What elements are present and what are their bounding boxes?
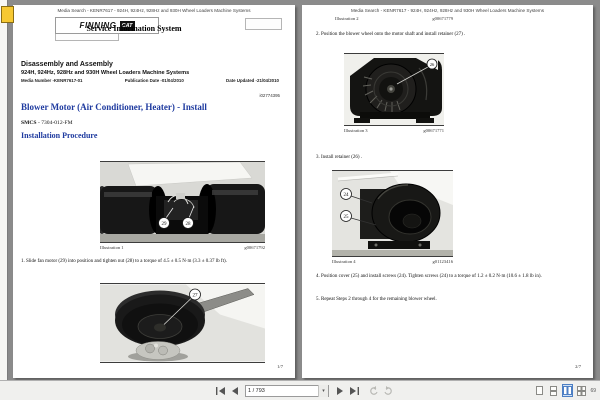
illustration-gnum: g01123416	[432, 259, 453, 264]
callout-27-label: 27	[193, 294, 199, 299]
previous-view-icon	[369, 386, 379, 396]
figure-illustration-3: 26 Illustration 3 g00671771	[344, 53, 444, 133]
illustration-4-photo: 24 25	[332, 171, 453, 256]
article-title: Blower Motor (Air Conditioner, Heater) -…	[21, 102, 207, 112]
callout-29-label: 29	[162, 222, 168, 227]
previous-page-icon	[231, 387, 238, 395]
illustration-label: Illustration 4	[332, 259, 356, 264]
date-updated: Date Updated -21/04/2010	[226, 78, 279, 83]
collapsed-sidebar[interactable]	[0, 0, 8, 380]
figure-bottom-rule	[100, 362, 265, 363]
illustration-1-caption: Illustration 1 g00671792	[100, 245, 265, 250]
next-page-button[interactable]	[333, 384, 347, 398]
view-continuous-button[interactable]	[548, 384, 559, 397]
step-5: 5. Repeat Steps 2 through 4 for the rema…	[316, 296, 590, 303]
sticky-note-icon[interactable]	[1, 6, 14, 23]
illustration-3-photo: 26	[344, 54, 444, 125]
header-corner-box	[245, 18, 282, 30]
bottom-toolbar: ▾	[0, 380, 600, 400]
next-page-icon	[337, 387, 344, 395]
callout-24-label: 24	[344, 193, 350, 198]
figure-bottom-rule	[100, 242, 265, 243]
next-view-icon	[383, 386, 393, 396]
callout-25-label: 25	[344, 215, 350, 220]
illustration-3-caption: Illustration 3 g00671771	[344, 128, 444, 133]
page-running-header: Media Search - KENR7617 - 924H, 924Hz, 9…	[302, 8, 593, 13]
callout-28-label: 28	[186, 222, 192, 227]
figure-illustration-1: 29 28 Illustration 1 g00671792	[100, 161, 265, 250]
view-two-page-button[interactable]	[562, 384, 573, 397]
page-running-header: Media Search - KENR7617 - 924H, 924Hz, 9…	[13, 8, 295, 13]
chevron-down-icon: ▾	[322, 388, 325, 394]
next-view-button[interactable]	[381, 384, 395, 398]
figure-illustration-2: 27	[100, 283, 265, 363]
step-1: 1. Slide fan motor (29) into position an…	[21, 258, 291, 265]
previous-page-button[interactable]	[227, 384, 241, 398]
document-page-right: Media Search - KENR7617 - 924H, 924Hz, 9…	[302, 5, 593, 378]
continuous-pages-icon	[550, 386, 557, 396]
sis-title: Service Information System	[13, 24, 255, 33]
step-3: 3. Install retainer (26) .	[316, 154, 590, 161]
pdf-viewer: Media Search - KENR7617 - 924H, 924Hz, 9…	[0, 0, 600, 400]
illustration-2-photo: 27	[100, 284, 265, 362]
figure-illustration-4: 24 25 Illustration 4 g01123416	[332, 170, 453, 264]
figure-bottom-rule	[332, 256, 453, 257]
page-dropdown-button[interactable]: ▾	[318, 385, 328, 397]
view-single-page-button[interactable]	[534, 384, 545, 397]
single-page-icon	[536, 386, 543, 395]
step-4: 4. Position cover (25) and install screw…	[316, 273, 582, 280]
document-page-left: Media Search - KENR7617 - 924H, 924Hz, 9…	[13, 5, 295, 378]
step-2: 2. Position the blower wheel onto the mo…	[316, 31, 590, 38]
page-number-input[interactable]	[246, 386, 318, 396]
document-id: i02774395	[259, 93, 280, 98]
first-page-button[interactable]	[213, 384, 227, 398]
last-page-icon	[350, 387, 359, 395]
callout-26-label: 26	[430, 62, 435, 67]
logo-tab	[55, 34, 119, 41]
two-page-continuous-icon	[577, 386, 586, 396]
document-type: Disassembly and Assembly	[21, 61, 113, 68]
document-models: 924H, 924Hz, 928Hz and 930H Wheel Loader…	[21, 70, 189, 76]
illustration-gnum: g00671792	[244, 245, 265, 250]
view-mode-group: 69	[534, 384, 597, 397]
figure-bottom-rule	[344, 125, 444, 126]
illustration-1-photo: 29 28	[100, 162, 265, 242]
previous-view-button[interactable]	[367, 384, 381, 398]
media-number: Media Number -KENR7617-01	[21, 78, 83, 83]
last-page-button[interactable]	[347, 384, 361, 398]
section-heading: Installation Procedure	[21, 131, 97, 140]
smcs-code: SMCS - 7304-012-FM	[21, 120, 73, 126]
illustration-gnum: g00671779	[432, 16, 453, 21]
first-page-icon	[216, 387, 225, 395]
illustration-label: Illustration 3	[344, 128, 368, 133]
publication-date: Publication Date -01/04/2010	[125, 78, 184, 83]
smcs-label: SMCS	[21, 120, 37, 126]
two-page-icon	[563, 386, 572, 395]
page-number: 2/7	[575, 364, 581, 369]
illustration-label: Illustration 1	[100, 245, 124, 250]
illustration-label: Illustration 2	[335, 16, 359, 21]
view-two-page-continuous-button[interactable]	[576, 384, 587, 397]
document-meta-row: Media Number -KENR7617-01 Publication Da…	[21, 78, 279, 83]
illustration-gnum: g00671771	[423, 128, 444, 133]
page-navigation-box: ▾	[245, 385, 329, 397]
illustration-4-caption: Illustration 4 g01123416	[332, 259, 453, 264]
illustration-2-caption: Illustration 2 g00671779	[335, 16, 453, 21]
page-number: 1/7	[277, 364, 283, 369]
zoom-indicator: 69	[590, 388, 596, 394]
smcs-value: - 7304-012-FM	[37, 120, 73, 126]
